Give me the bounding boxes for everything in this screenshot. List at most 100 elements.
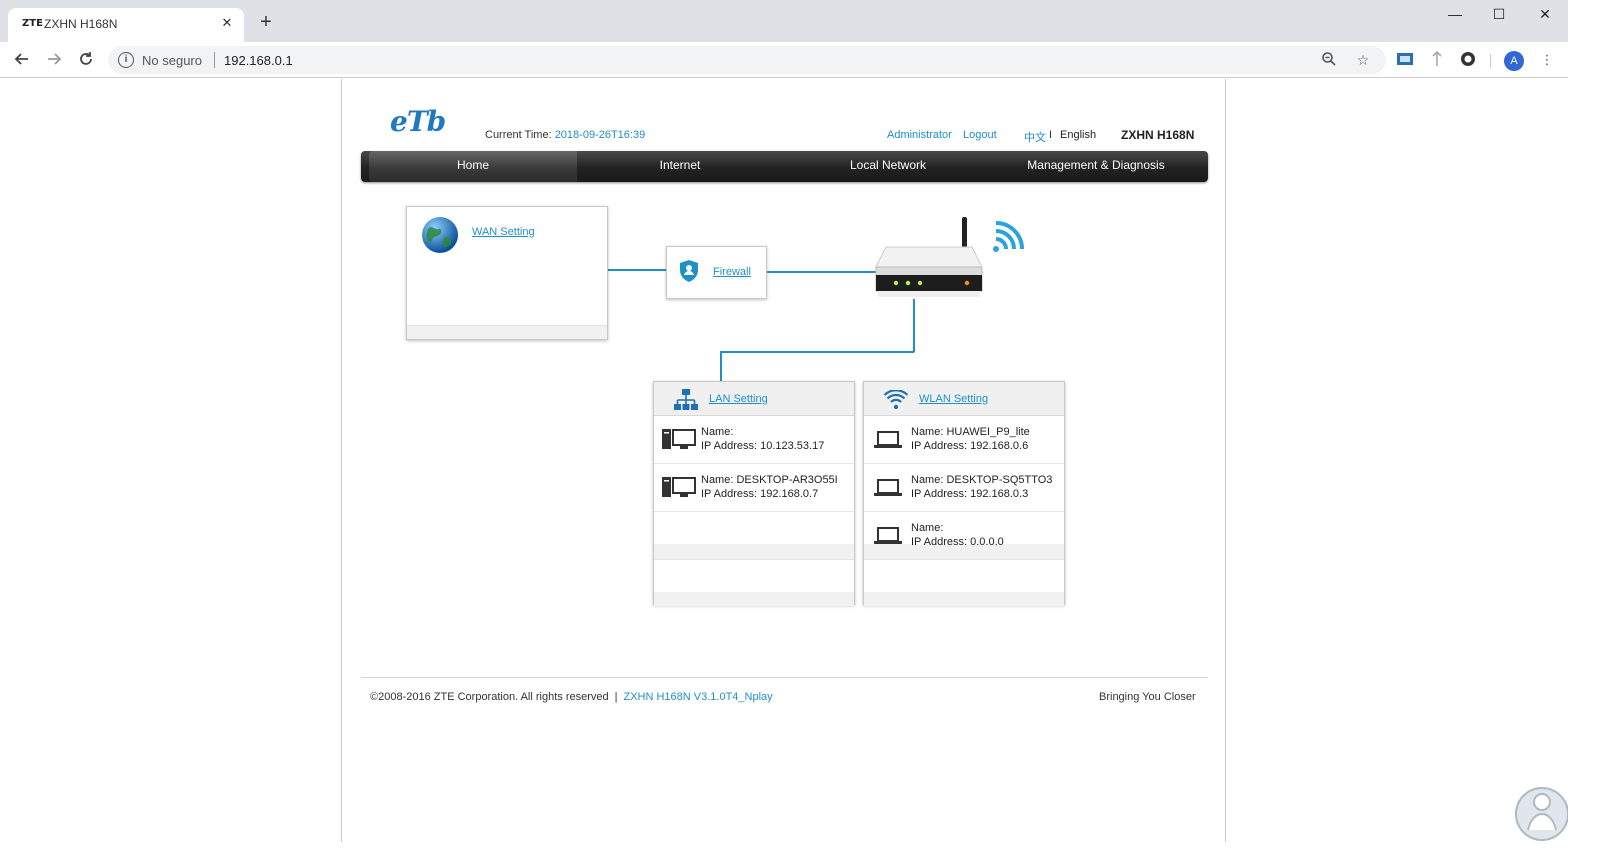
device-ip: IP Address: 192.168.0.7: [701, 488, 819, 500]
lan-drop-line: [720, 351, 722, 381]
firewall-router-line: [766, 271, 880, 273]
address-bar[interactable]: i No seguro 192.168.0.1 ☆: [108, 46, 1386, 74]
lang-separator: I: [1049, 129, 1053, 141]
wan-box: WAN Setting: [406, 206, 608, 340]
wlan-empty-row: [864, 560, 1064, 606]
firewall-box: Firewall: [666, 246, 767, 299]
url-text[interactable]: 192.168.0.1: [224, 53, 293, 68]
device-ip: IP Address: 192.168.0.3: [911, 488, 1029, 500]
wlan-panel-header: WLAN Setting: [864, 382, 1064, 416]
copyright-text: ©2008-2016 ZTE Corporation. All rights r…: [370, 691, 609, 703]
laptop-icon: [874, 431, 902, 452]
wlan-device-info: Name: DESKTOP-SQ5TTO3 IP Address: 192.16…: [911, 473, 1052, 501]
wan-setting-link[interactable]: WAN Setting: [472, 226, 535, 238]
wifi-icon: [883, 389, 909, 413]
tab-close-icon[interactable]: ✕: [218, 14, 236, 32]
wlan-device-row: Name: DESKTOP-SQ5TTO3 IP Address: 192.16…: [864, 464, 1064, 512]
lan-network-icon: [674, 389, 698, 414]
laptop-icon: [874, 527, 902, 548]
firmware-version: ZXHN H168N V3.1.0T4_Nplay: [623, 691, 773, 703]
lan-empty-row: [654, 512, 854, 560]
lang-chinese-link[interactable]: 中文: [1024, 129, 1046, 145]
device-name: Name:: [701, 426, 734, 438]
lan-empty-row: [654, 560, 854, 606]
etb-logo: eTb: [390, 105, 446, 138]
browser-toolbar: i No seguro 192.168.0.1 ☆ A ⋮: [0, 42, 1568, 78]
wlan-device-info: Name: IP Address: 0.0.0.0: [911, 521, 1004, 549]
main-menu: Home Internet Local Network Management &…: [361, 151, 1208, 182]
browser-tab[interactable]: ZTE ZXHN H168N ✕: [8, 8, 244, 42]
current-time: Current Time: 2018-09-26T16:39: [485, 129, 645, 141]
device-name: Name: DESKTOP-SQ5TTO3: [911, 474, 1053, 486]
router-lan-line: [721, 351, 915, 353]
reload-icon[interactable]: [76, 50, 96, 70]
wlan-device-row: Name: HUAWEI_P9_lite IP Address: 192.168…: [864, 416, 1064, 464]
url-divider: [214, 52, 215, 68]
lan-device-info: Name: DESKTOP-AR3O55I IP Address: 192.16…: [701, 473, 838, 501]
page-viewport: eTb Current Time: 2018-09-26T16:39 Admin…: [0, 79, 1569, 842]
device-name: Name: HUAWEI_P9_lite: [911, 426, 1030, 438]
wlan-device-row: Name: IP Address: 0.0.0.0: [864, 512, 1064, 560]
wifi-signal-icon: [990, 219, 1026, 258]
wan-box-footer: [407, 325, 607, 339]
administrator-link[interactable]: Administrator: [887, 129, 952, 141]
logout-link[interactable]: Logout: [963, 129, 997, 141]
lan-panel-header: LAN Setting: [654, 382, 854, 416]
bookmark-star-icon[interactable]: ☆: [1354, 51, 1372, 69]
tab-favicon: ZTE: [22, 18, 43, 29]
maximize-button[interactable]: ☐: [1488, 6, 1510, 26]
new-tab-button[interactable]: +: [256, 12, 276, 32]
profile-avatar[interactable]: A: [1504, 51, 1524, 71]
router-page: eTb Current Time: 2018-09-26T16:39 Admin…: [341, 79, 1226, 842]
device-name: Name: DESKTOP-AR3O55I: [701, 474, 838, 486]
desktop-pc-icon: [662, 429, 696, 452]
wlan-device-info: Name: HUAWEI_P9_lite IP Address: 192.168…: [911, 425, 1030, 453]
menu-internet[interactable]: Internet: [577, 151, 783, 182]
cast-extension-icon[interactable]: [1396, 51, 1414, 69]
laptop-icon: [874, 479, 902, 500]
close-window-button[interactable]: ✕: [1534, 6, 1556, 26]
wlan-setting-link[interactable]: WLAN Setting: [919, 393, 988, 405]
footer-copyright: ©2008-2016 ZTE Corporation. All rights r…: [370, 691, 773, 703]
tab-strip: ZTE ZXHN H168N ✕ + — ☐ ✕: [0, 0, 1568, 42]
info-icon[interactable]: i: [118, 52, 134, 68]
desktop-pc-icon: [662, 477, 696, 500]
lang-english-link[interactable]: English: [1060, 129, 1096, 141]
extension-icon[interactable]: [1428, 50, 1446, 69]
tab-title: ZXHN H168N: [44, 17, 118, 31]
menu-management-diagnosis[interactable]: Management & Diagnosis: [993, 151, 1199, 182]
wlan-panel: WLAN Setting Name: HUAWEI_P9_lite IP Add…: [863, 381, 1065, 606]
shield-extension-icon[interactable]: [1459, 51, 1477, 69]
security-label: No seguro: [142, 53, 202, 68]
current-time-value: 2018-09-26T16:39: [554, 129, 646, 141]
shield-icon: [679, 259, 699, 286]
device-ip: IP Address: 0.0.0.0: [911, 536, 1004, 548]
lan-device-info: Name: IP Address: 10.123.53.17: [701, 425, 824, 453]
menu-home[interactable]: Home: [369, 151, 577, 182]
wan-firewall-line: [608, 269, 666, 271]
footer-separator: |: [614, 691, 618, 703]
lan-device-row: Name: IP Address: 10.123.53.17: [654, 416, 854, 464]
back-icon[interactable]: [12, 50, 32, 70]
zoom-icon[interactable]: [1320, 51, 1338, 69]
lan-setting-link[interactable]: LAN Setting: [709, 393, 768, 405]
router-down-line: [913, 299, 915, 351]
globe-icon: [420, 215, 460, 258]
current-time-label: Current Time:: [485, 129, 555, 141]
menu-local-network[interactable]: Local Network: [783, 151, 993, 182]
device-name: Name:: [911, 522, 944, 534]
device-ip: IP Address: 192.168.0.6: [911, 440, 1029, 452]
firewall-link[interactable]: Firewall: [713, 266, 751, 278]
toolbar-divider: [1490, 54, 1491, 68]
lan-panel: LAN Setting Name: IP Address: 10.123.53.…: [653, 381, 855, 606]
footer-slogan: Bringing You Closer: [1099, 691, 1196, 703]
menu-kebab-icon[interactable]: ⋮: [1538, 51, 1556, 69]
watermark-logo-icon: [1508, 780, 1569, 842]
footer-divider: [361, 677, 1208, 678]
minimize-button[interactable]: —: [1444, 6, 1466, 26]
router-icon: [874, 215, 986, 306]
device-model: ZXHN H168N: [1121, 128, 1195, 142]
device-ip: IP Address: 10.123.53.17: [701, 440, 825, 452]
forward-icon[interactable]: [44, 50, 64, 70]
lan-device-row: Name: DESKTOP-AR3O55I IP Address: 192.16…: [654, 464, 854, 512]
